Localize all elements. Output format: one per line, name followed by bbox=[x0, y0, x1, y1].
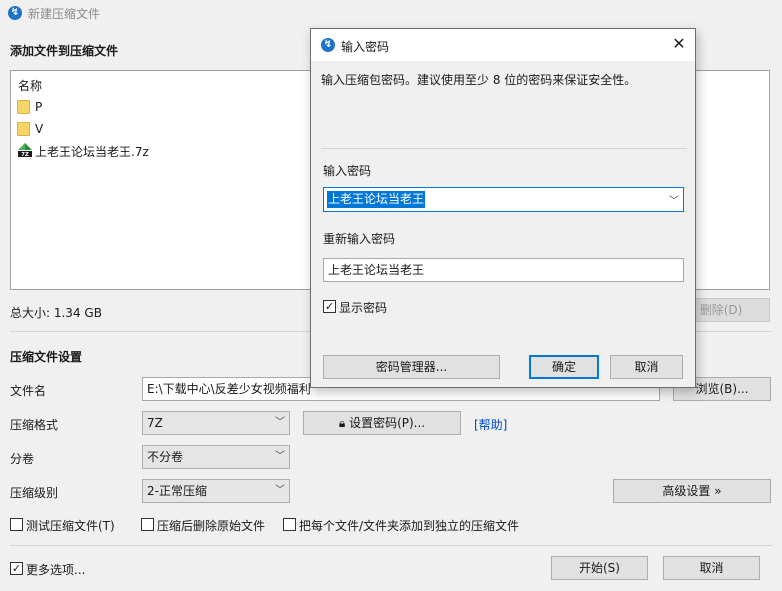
divider bbox=[10, 545, 772, 546]
checkbox-label: 测试压缩文件(T) bbox=[26, 519, 115, 533]
checkbox-checked-icon[interactable]: ✓ bbox=[10, 562, 23, 575]
split-label: 分卷 bbox=[10, 452, 35, 466]
set-password-label: 设置密码(P)... bbox=[349, 416, 426, 430]
chevron-down-icon: ﹀ bbox=[275, 451, 285, 462]
svg-text:7Z: 7Z bbox=[21, 152, 29, 158]
checkbox-label: 压缩后删除原始文件 bbox=[157, 519, 266, 533]
list-item[interactable]: P bbox=[17, 98, 317, 116]
dialog-description: 输入压缩包密码。建议使用至少 8 位的密码来保证安全性。 bbox=[321, 73, 637, 87]
cancel-button[interactable]: 取消 bbox=[663, 556, 760, 580]
list-item-label: V bbox=[35, 122, 44, 136]
split-select[interactable]: 不分卷 ﹀ bbox=[142, 445, 290, 469]
help-link[interactable]: [帮助] bbox=[474, 416, 507, 433]
password-label: 输入密码 bbox=[323, 164, 372, 178]
separate-archives-checkbox[interactable]: 把每个文件/文件夹添加到独立的压缩文件 bbox=[283, 517, 533, 533]
chevron-down-icon[interactable]: ﹀ bbox=[669, 192, 679, 207]
confirm-password-input[interactable]: 上老王论坛当老王 bbox=[323, 258, 684, 282]
checkbox-label: 显示密码 bbox=[339, 301, 388, 315]
start-button[interactable]: 开始(S) bbox=[551, 556, 648, 580]
confirm-password-label: 重新输入密码 bbox=[323, 232, 396, 246]
lock-icon: 🔒︎ bbox=[338, 416, 346, 430]
window-title: 新建压缩文件 bbox=[28, 7, 101, 21]
ok-button[interactable]: 确定 bbox=[529, 355, 599, 379]
close-icon[interactable]: ✕ bbox=[669, 33, 689, 55]
set-password-button[interactable]: 🔒︎ 设置密码(P)... bbox=[303, 411, 461, 435]
format-label: 压缩格式 bbox=[10, 418, 59, 432]
advanced-settings-button[interactable]: 高级设置 » bbox=[613, 479, 771, 503]
password-manager-button[interactable]: 密码管理器... bbox=[323, 355, 500, 379]
list-item-label: P bbox=[35, 100, 43, 114]
list-item[interactable]: V bbox=[17, 120, 317, 138]
checkbox-label: 更多选项... bbox=[26, 563, 86, 577]
filename-label: 文件名 bbox=[10, 384, 47, 398]
folder-icon bbox=[17, 100, 30, 114]
folder-icon bbox=[17, 122, 30, 136]
checkbox-box[interactable] bbox=[141, 518, 154, 531]
checkbox-checked-icon[interactable]: ✓ bbox=[323, 300, 336, 313]
checkbox-label: 把每个文件/文件夹添加到独立的压缩文件 bbox=[299, 519, 520, 533]
7z-archive-icon: 7Z bbox=[17, 142, 33, 158]
divider bbox=[321, 148, 687, 149]
window-title-bar: ↯ 新建压缩文件 bbox=[0, 0, 782, 26]
format-select[interactable]: 7Z ﹀ bbox=[142, 411, 290, 435]
test-archive-checkbox[interactable]: 测试压缩文件(T) bbox=[10, 517, 130, 533]
level-label: 压缩级别 bbox=[10, 486, 59, 500]
password-input[interactable]: 上老王论坛当老王 ﹀ bbox=[323, 187, 684, 212]
split-select-value: 不分卷 bbox=[147, 450, 184, 464]
checkbox-box[interactable] bbox=[283, 518, 296, 531]
password-input-value: 上老王论坛当老王 bbox=[327, 191, 426, 208]
password-dialog: ↯ 输入密码 ✕ 输入压缩包密码。建议使用至少 8 位的密码来保证安全性。 输入… bbox=[310, 28, 696, 388]
level-select-value: 2-正常压缩 bbox=[147, 484, 207, 498]
list-item[interactable]: 7Z 上老王论坛当老王.7z bbox=[17, 141, 317, 159]
dialog-title-bar: ↯ 输入密码 ✕ bbox=[311, 29, 695, 61]
show-password-checkbox[interactable]: ✓ 显示密码 bbox=[323, 299, 443, 315]
dialog-title: 输入密码 bbox=[341, 40, 390, 54]
delete-after-checkbox[interactable]: 压缩后删除原始文件 bbox=[141, 517, 276, 533]
settings-section-title: 压缩文件设置 bbox=[10, 350, 83, 364]
app-logo-icon: ↯ bbox=[8, 6, 22, 20]
chevron-down-icon: ﹀ bbox=[275, 485, 285, 496]
chevron-down-icon: ﹀ bbox=[275, 417, 285, 428]
level-select[interactable]: 2-正常压缩 ﹀ bbox=[142, 479, 290, 503]
more-options-checkbox[interactable]: ✓ 更多选项... bbox=[10, 561, 110, 577]
add-files-section-title: 添加文件到压缩文件 bbox=[10, 44, 119, 58]
dialog-cancel-button[interactable]: 取消 bbox=[610, 355, 683, 379]
app-logo-icon: ↯ bbox=[321, 38, 335, 52]
list-item-label: 上老王论坛当老王.7z bbox=[35, 145, 149, 159]
total-size: 总大小: 1.34 GB bbox=[10, 306, 102, 320]
column-header-name[interactable]: 名称 bbox=[18, 77, 42, 94]
format-select-value: 7Z bbox=[147, 416, 163, 430]
checkbox-box[interactable] bbox=[10, 518, 23, 531]
